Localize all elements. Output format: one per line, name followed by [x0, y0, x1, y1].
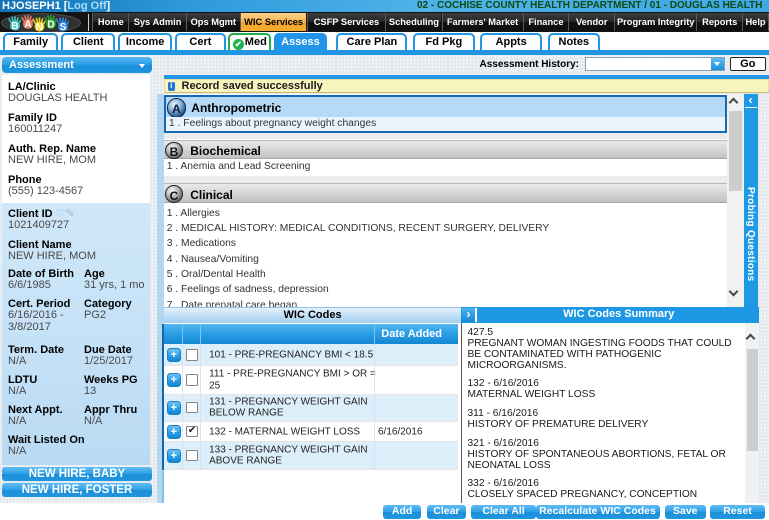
svg-text:A: A: [24, 19, 31, 30]
svg-text:S: S: [60, 22, 67, 33]
svg-text:N: N: [36, 22, 43, 33]
svg-text:D: D: [47, 19, 54, 30]
svg-text:B: B: [11, 21, 18, 32]
